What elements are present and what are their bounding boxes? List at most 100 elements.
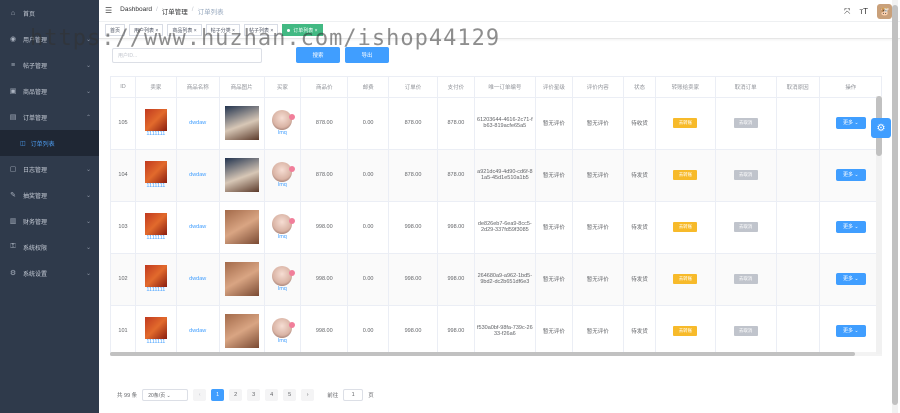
column-header: ID [111,77,136,98]
prev-page-button[interactable]: ‹ [193,389,207,401]
sidebar-item-order-list[interactable]: ◫ 订单列表 [0,130,99,156]
pagination-total: 共 99 条 [117,393,138,399]
sidebar-item[interactable]: ⚙ 系统设置 ⌄ [0,260,99,286]
cell-cancel: 去取消 [715,253,777,306]
product-image[interactable] [224,262,259,296]
menu-toggle-icon[interactable]: ☰ [105,6,112,15]
cell-price: 998.00 [300,253,349,306]
page-size-select[interactable]: 20条/页 ⌄ [142,389,189,401]
page-number-button[interactable]: 1 [211,389,225,401]
product-name-link[interactable]: dwdaw [189,224,206,230]
sidebar-item[interactable]: ⌂ 首页 [0,0,99,26]
product-name-link[interactable]: dwdaw [189,328,206,334]
product-name-link[interactable]: dwdaw [189,172,206,178]
seller-link[interactable]: 1111111 [138,287,174,293]
cell-order-price: 998.00 [388,305,438,353]
cell-review: 暂无评价 [572,253,624,306]
more-dropdown-button[interactable]: 更多 ⌄ [835,273,866,285]
more-dropdown-button[interactable]: 更多 ⌄ [835,325,866,337]
sidebar-item-label: 系统权限 [23,245,48,252]
cancel-order-button[interactable]: 去取消 [733,118,758,128]
tag-label: 帖子列表 × [248,27,274,34]
sidebar-item-label: 用户管理 [23,37,48,44]
more-dropdown-button[interactable]: 更多 ⌄ [835,221,866,233]
seller-avatar [144,265,167,287]
tag-item[interactable]: 帖子列表 × [243,24,279,36]
scrollbar-thumb[interactable] [892,5,898,405]
seller-link[interactable]: 1111111 [138,339,174,345]
page-scrollbar[interactable] [892,0,898,413]
transfer-button[interactable]: 去转账 [673,170,698,180]
tag-item[interactable]: 订单列表 × [282,24,323,36]
sidebar-item[interactable]: ✎ 抽奖管理 ⌄ [0,182,99,208]
buyer-link[interactable]: lmq [267,130,299,136]
transfer-button[interactable]: 去转账 [673,118,698,128]
sidebar-item[interactable]: ▣ 商品管理 ⌄ [0,78,99,104]
page-number-button[interactable]: 5 [283,389,297,401]
cell-order-price: 878.00 [388,149,438,202]
sidebar-item[interactable]: ▤ 订单管理 ⌃ [0,104,99,130]
fullscreen-icon[interactable]: ⤧ [844,7,850,17]
transfer-button[interactable]: 去转账 [673,222,698,232]
cell-id: 103 [111,201,136,254]
horizontal-scrollbar[interactable] [110,352,882,356]
next-page-button[interactable]: › [301,389,315,401]
page-number-button[interactable]: 4 [265,389,279,401]
cell-order-price: 878.00 [388,97,438,150]
page-number-button[interactable]: 2 [229,389,243,401]
cell-transfer: 去转账 [655,97,716,150]
cancel-order-button[interactable]: 去取消 [733,170,758,180]
search-button[interactable]: 搜索 [296,47,340,63]
breadcrumb-dashboard[interactable]: Dashboard [120,6,152,16]
tags-view: 首页 用户列表 × 商品列表 × 帖子分类 × 帖子列表 × 订单列表 × [99,22,900,39]
product-image[interactable] [224,106,259,140]
sidebar-item[interactable]: ⚿ 系统权限 ⌄ [0,234,99,260]
product-image[interactable] [224,314,259,348]
product-image[interactable] [224,210,259,244]
tag-item[interactable]: 商品列表 × [167,24,202,36]
page-number-button[interactable]: 3 [247,389,261,401]
sidebar-item[interactable]: ◉ 用户管理 ⌄ [0,26,99,52]
transfer-button[interactable]: 去转账 [673,274,698,284]
more-dropdown-button[interactable]: 更多 ⌄ [835,169,866,181]
buyer-link[interactable]: lmq [267,234,299,240]
sidebar-item[interactable]: ≡ 帖子管理 ⌄ [0,52,99,78]
cancel-order-button[interactable]: 去取消 [733,274,758,284]
sidebar-item[interactable]: ▥ 财务管理 ⌄ [0,208,99,234]
table-row: 103 1111111 dwdaw lmq 998.00 0.00 998.00… [111,201,881,254]
font-size-icon[interactable]: тT [859,7,868,16]
more-dropdown-button[interactable]: 更多 ⌄ [835,117,866,129]
buyer-link[interactable]: lmq [267,182,299,188]
cell-seller: 1111111 [135,201,177,254]
product-image[interactable] [224,158,259,192]
cell-status: 待发货 [623,305,657,353]
seller-link[interactable]: 1111111 [138,131,174,137]
sidebar-item-label: 帖子管理 [23,63,48,70]
search-input[interactable]: 用户ID... [112,48,262,63]
product-name-link[interactable]: dwdaw [189,276,206,282]
scrollbar-thumb[interactable] [110,352,855,356]
tag-item[interactable]: 用户列表 × [129,24,164,36]
transfer-button[interactable]: 去转账 [673,326,698,336]
cell-order-price: 998.00 [388,201,438,254]
avatar[interactable]: 🐮 [877,4,892,19]
export-button[interactable]: 导出 [345,47,389,63]
product-name-link[interactable]: dwdaw [189,120,206,126]
cell-order-no: a921dc49-4d90-cd6f-81a5-45d1e510a1b5 [474,149,536,202]
cell-rating: 暂无评价 [535,201,573,254]
seller-link[interactable]: 1111111 [138,235,174,241]
tag-item[interactable]: 首页 [105,24,126,36]
goto-page-input[interactable]: 1 [343,389,364,401]
cancel-order-button[interactable]: 去取消 [733,326,758,336]
buyer-link[interactable]: lmq [267,286,299,292]
column-header: 订单价 [388,77,438,98]
cell-paid-price: 878.00 [437,149,475,202]
cancel-order-button[interactable]: 去取消 [733,222,758,232]
seller-link[interactable]: 1111111 [138,183,174,189]
tag-item[interactable]: 帖子分类 × [205,24,240,36]
buyer-link[interactable]: lmq [267,338,299,344]
sidebar-item[interactable]: ▢ 日志管理 ⌄ [0,156,99,182]
settings-gear-icon[interactable]: ⚙ [871,118,891,138]
chevron-icon: ⌃ [85,114,91,121]
chevron-icon: ⌄ [85,62,91,69]
